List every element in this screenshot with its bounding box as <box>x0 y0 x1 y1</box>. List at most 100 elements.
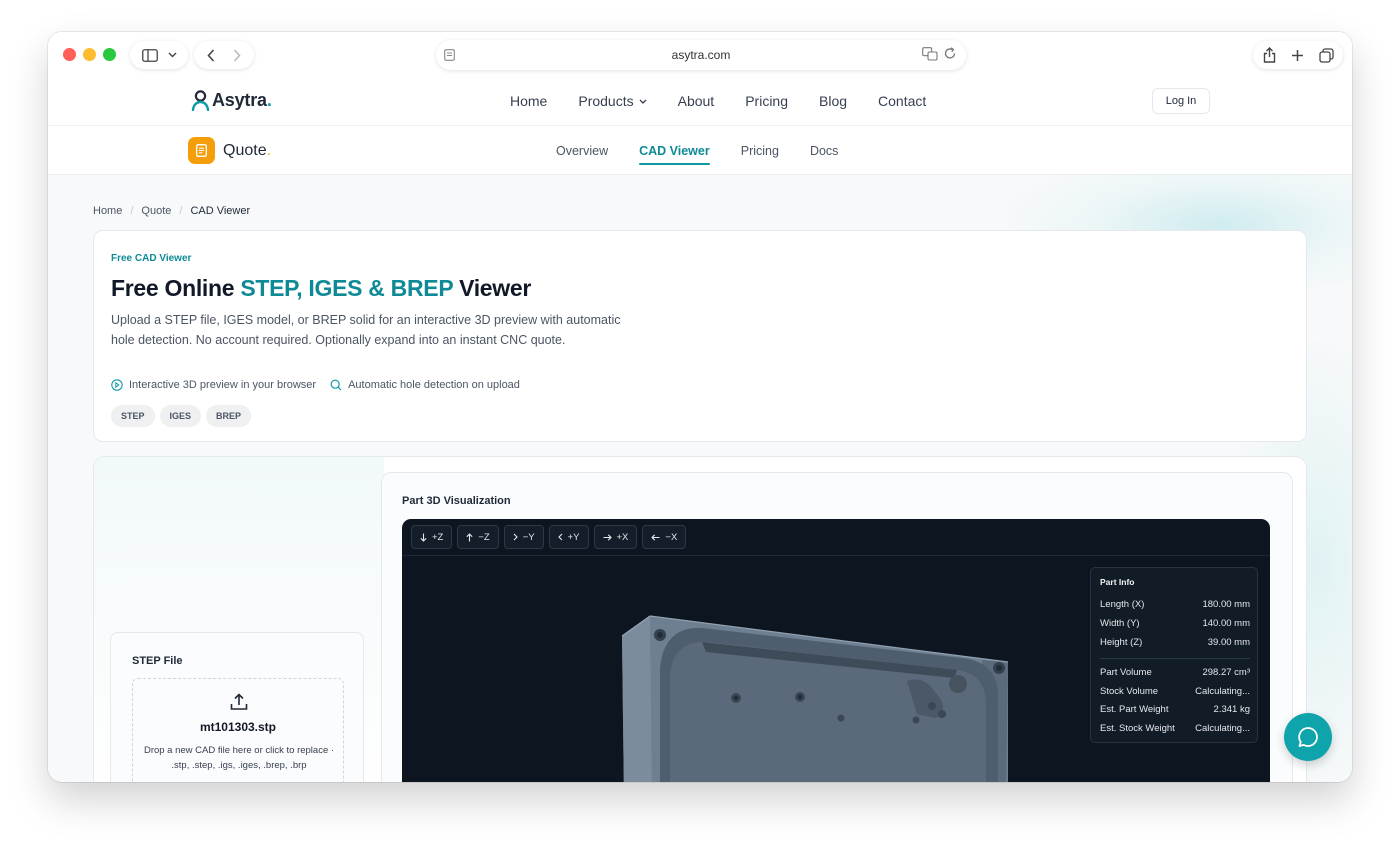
view-minus-y-button[interactable]: −Y <box>503 525 544 549</box>
page-menu-icon[interactable] <box>444 49 455 61</box>
title-suffix: Viewer <box>459 275 532 301</box>
part-info-label: Width (Y) <box>1100 618 1140 629</box>
view-minus-z-button[interactable]: −Z <box>457 525 499 549</box>
browser-window: asytra.com Asytra. Home Products About P… <box>48 32 1352 782</box>
format-tag-step: STEP <box>111 405 155 427</box>
arrow-up-icon <box>466 532 473 541</box>
file-dropzone[interactable]: mt101303.stp Drop a new CAD file here or… <box>132 678 344 782</box>
sidebar-toggle-button[interactable] <box>130 41 188 69</box>
feature-item: Automatic hole detection on upload <box>330 379 520 391</box>
upload-column: STEP File mt101303.stp Drop a new CAD fi… <box>94 457 384 782</box>
nav-contact[interactable]: Contact <box>878 93 926 109</box>
part-info-label: Stock Volume <box>1100 686 1159 697</box>
feature-label: Interactive 3D preview in your browser <box>129 379 317 391</box>
breadcrumb-quote[interactable]: Quote <box>141 205 171 217</box>
chat-button[interactable] <box>1284 713 1332 761</box>
view-plus-z-button[interactable]: +Z <box>411 525 453 549</box>
view-plus-x-button[interactable]: +X <box>593 525 638 549</box>
visualization-title: Part 3D Visualization <box>402 495 511 507</box>
view-button-label: +X <box>616 531 629 543</box>
hero-eyebrow: Free CAD Viewer <box>111 253 192 264</box>
view-button-label: −Y <box>522 531 535 543</box>
view-plus-y-button[interactable]: +Y <box>548 525 589 549</box>
close-window-button[interactable] <box>63 48 76 61</box>
login-button[interactable]: Log In <box>1152 88 1210 114</box>
part-info-row: Stock Volume Calculating... <box>1100 686 1250 697</box>
nav-blog[interactable]: Blog <box>819 93 847 109</box>
url-text: asytra.com <box>671 48 731 62</box>
page-content: Home / Quote / CAD Viewer Free CAD Viewe… <box>48 175 1352 782</box>
part-info-value: 140.00 mm <box>1202 618 1250 629</box>
part-info-value: 180.00 mm <box>1202 599 1250 610</box>
share-icon[interactable] <box>1263 47 1276 63</box>
part-info-value: Calculating... <box>1195 723 1250 734</box>
translate-icon[interactable] <box>922 47 938 61</box>
quote-logo-dot: . <box>266 141 272 159</box>
part-info-title: Part Info <box>1100 577 1135 587</box>
asytra-logo[interactable]: Asytra. <box>191 90 272 111</box>
view-button-label: +Y <box>567 531 580 543</box>
chevron-left-icon <box>557 533 562 541</box>
part-info-label: Est. Stock Weight <box>1100 723 1175 734</box>
chevron-down-icon <box>168 52 176 58</box>
tab-docs[interactable]: Docs <box>810 144 838 165</box>
part-info-divider <box>1100 658 1250 659</box>
arrow-down-icon <box>420 533 427 542</box>
view-button-label: −Z <box>478 531 490 543</box>
part-info-value: 39.00 mm <box>1207 637 1250 648</box>
breadcrumb-separator: / <box>130 205 134 217</box>
arrow-left-icon <box>651 533 660 541</box>
quote-logo[interactable]: Quote. <box>188 137 271 164</box>
new-tab-icon[interactable] <box>1291 49 1304 62</box>
nav-products-label: Products <box>578 93 634 109</box>
part-info-row: Est. Part Weight 2.341 kg <box>1100 704 1250 715</box>
part-info-row: Part Volume 298.27 cm³ <box>1100 667 1250 678</box>
title-prefix: Free Online <box>111 275 235 301</box>
tab-pricing[interactable]: Pricing <box>741 144 779 165</box>
play-circle-icon <box>111 379 123 391</box>
uploaded-filename: mt101303.stp <box>199 720 277 734</box>
cad-viewer[interactable]: +Z −Z −Y +Y +X −X Part Info Length (X) 1… <box>402 519 1270 782</box>
nav-home[interactable]: Home <box>510 93 547 109</box>
minimize-window-button[interactable] <box>83 48 96 61</box>
search-icon <box>330 379 342 391</box>
breadcrumb-home[interactable]: Home <box>93 205 122 217</box>
asytra-logo-text: Asytra <box>212 90 267 110</box>
address-bar[interactable]: asytra.com <box>436 40 966 70</box>
view-minus-x-button[interactable]: −X <box>642 525 687 549</box>
format-tags: STEP IGES BREP <box>111 405 252 427</box>
forward-icon[interactable] <box>233 48 241 62</box>
chevron-down-icon <box>639 99 647 104</box>
part-info-row: Width (Y) 140.00 mm <box>1100 618 1250 629</box>
feature-list: Interactive 3D preview in your browser A… <box>111 379 520 391</box>
tab-cad-viewer[interactable]: CAD Viewer <box>639 144 710 165</box>
chevron-right-icon <box>513 533 518 541</box>
part-info-label: Est. Part Weight <box>1100 704 1169 715</box>
part-info-label: Height (Z) <box>1100 637 1143 648</box>
upload-card: STEP File mt101303.stp Drop a new CAD fi… <box>110 632 364 782</box>
quote-app-icon <box>188 137 215 164</box>
browser-toolbar: asytra.com <box>48 32 1352 78</box>
dropzone-hint: Drop a new CAD file here or click to rep… <box>143 745 335 771</box>
reload-icon[interactable] <box>944 47 956 60</box>
back-icon[interactable] <box>207 48 215 62</box>
visualization-card: Part 3D Visualization +Z −Z −Y +Y +X −X <box>381 472 1293 782</box>
nav-products[interactable]: Products <box>578 93 647 109</box>
tab-overview-icon[interactable] <box>1318 47 1334 63</box>
tab-overview[interactable]: Overview <box>556 144 608 165</box>
feature-label: Automatic hole detection on upload <box>348 379 520 391</box>
quote-logo-text: Quote <box>223 141 267 159</box>
nav-about[interactable]: About <box>678 93 715 109</box>
upload-card-title: STEP File <box>132 655 183 667</box>
asytra-logo-icon <box>191 90 210 111</box>
part-info-label: Length (X) <box>1100 599 1145 610</box>
zoom-window-button[interactable] <box>103 48 116 61</box>
title-accent: STEP, IGES & BREP <box>240 275 453 301</box>
part-info-row: Height (Z) 39.00 mm <box>1100 637 1250 648</box>
view-toolbar: +Z −Z −Y +Y +X −X <box>402 519 1270 556</box>
part-info-value: Calculating... <box>1195 686 1250 697</box>
nav-pricing[interactable]: Pricing <box>745 93 788 109</box>
history-nav <box>194 41 254 69</box>
logo-dot: . <box>266 90 272 110</box>
document-icon <box>196 144 207 157</box>
